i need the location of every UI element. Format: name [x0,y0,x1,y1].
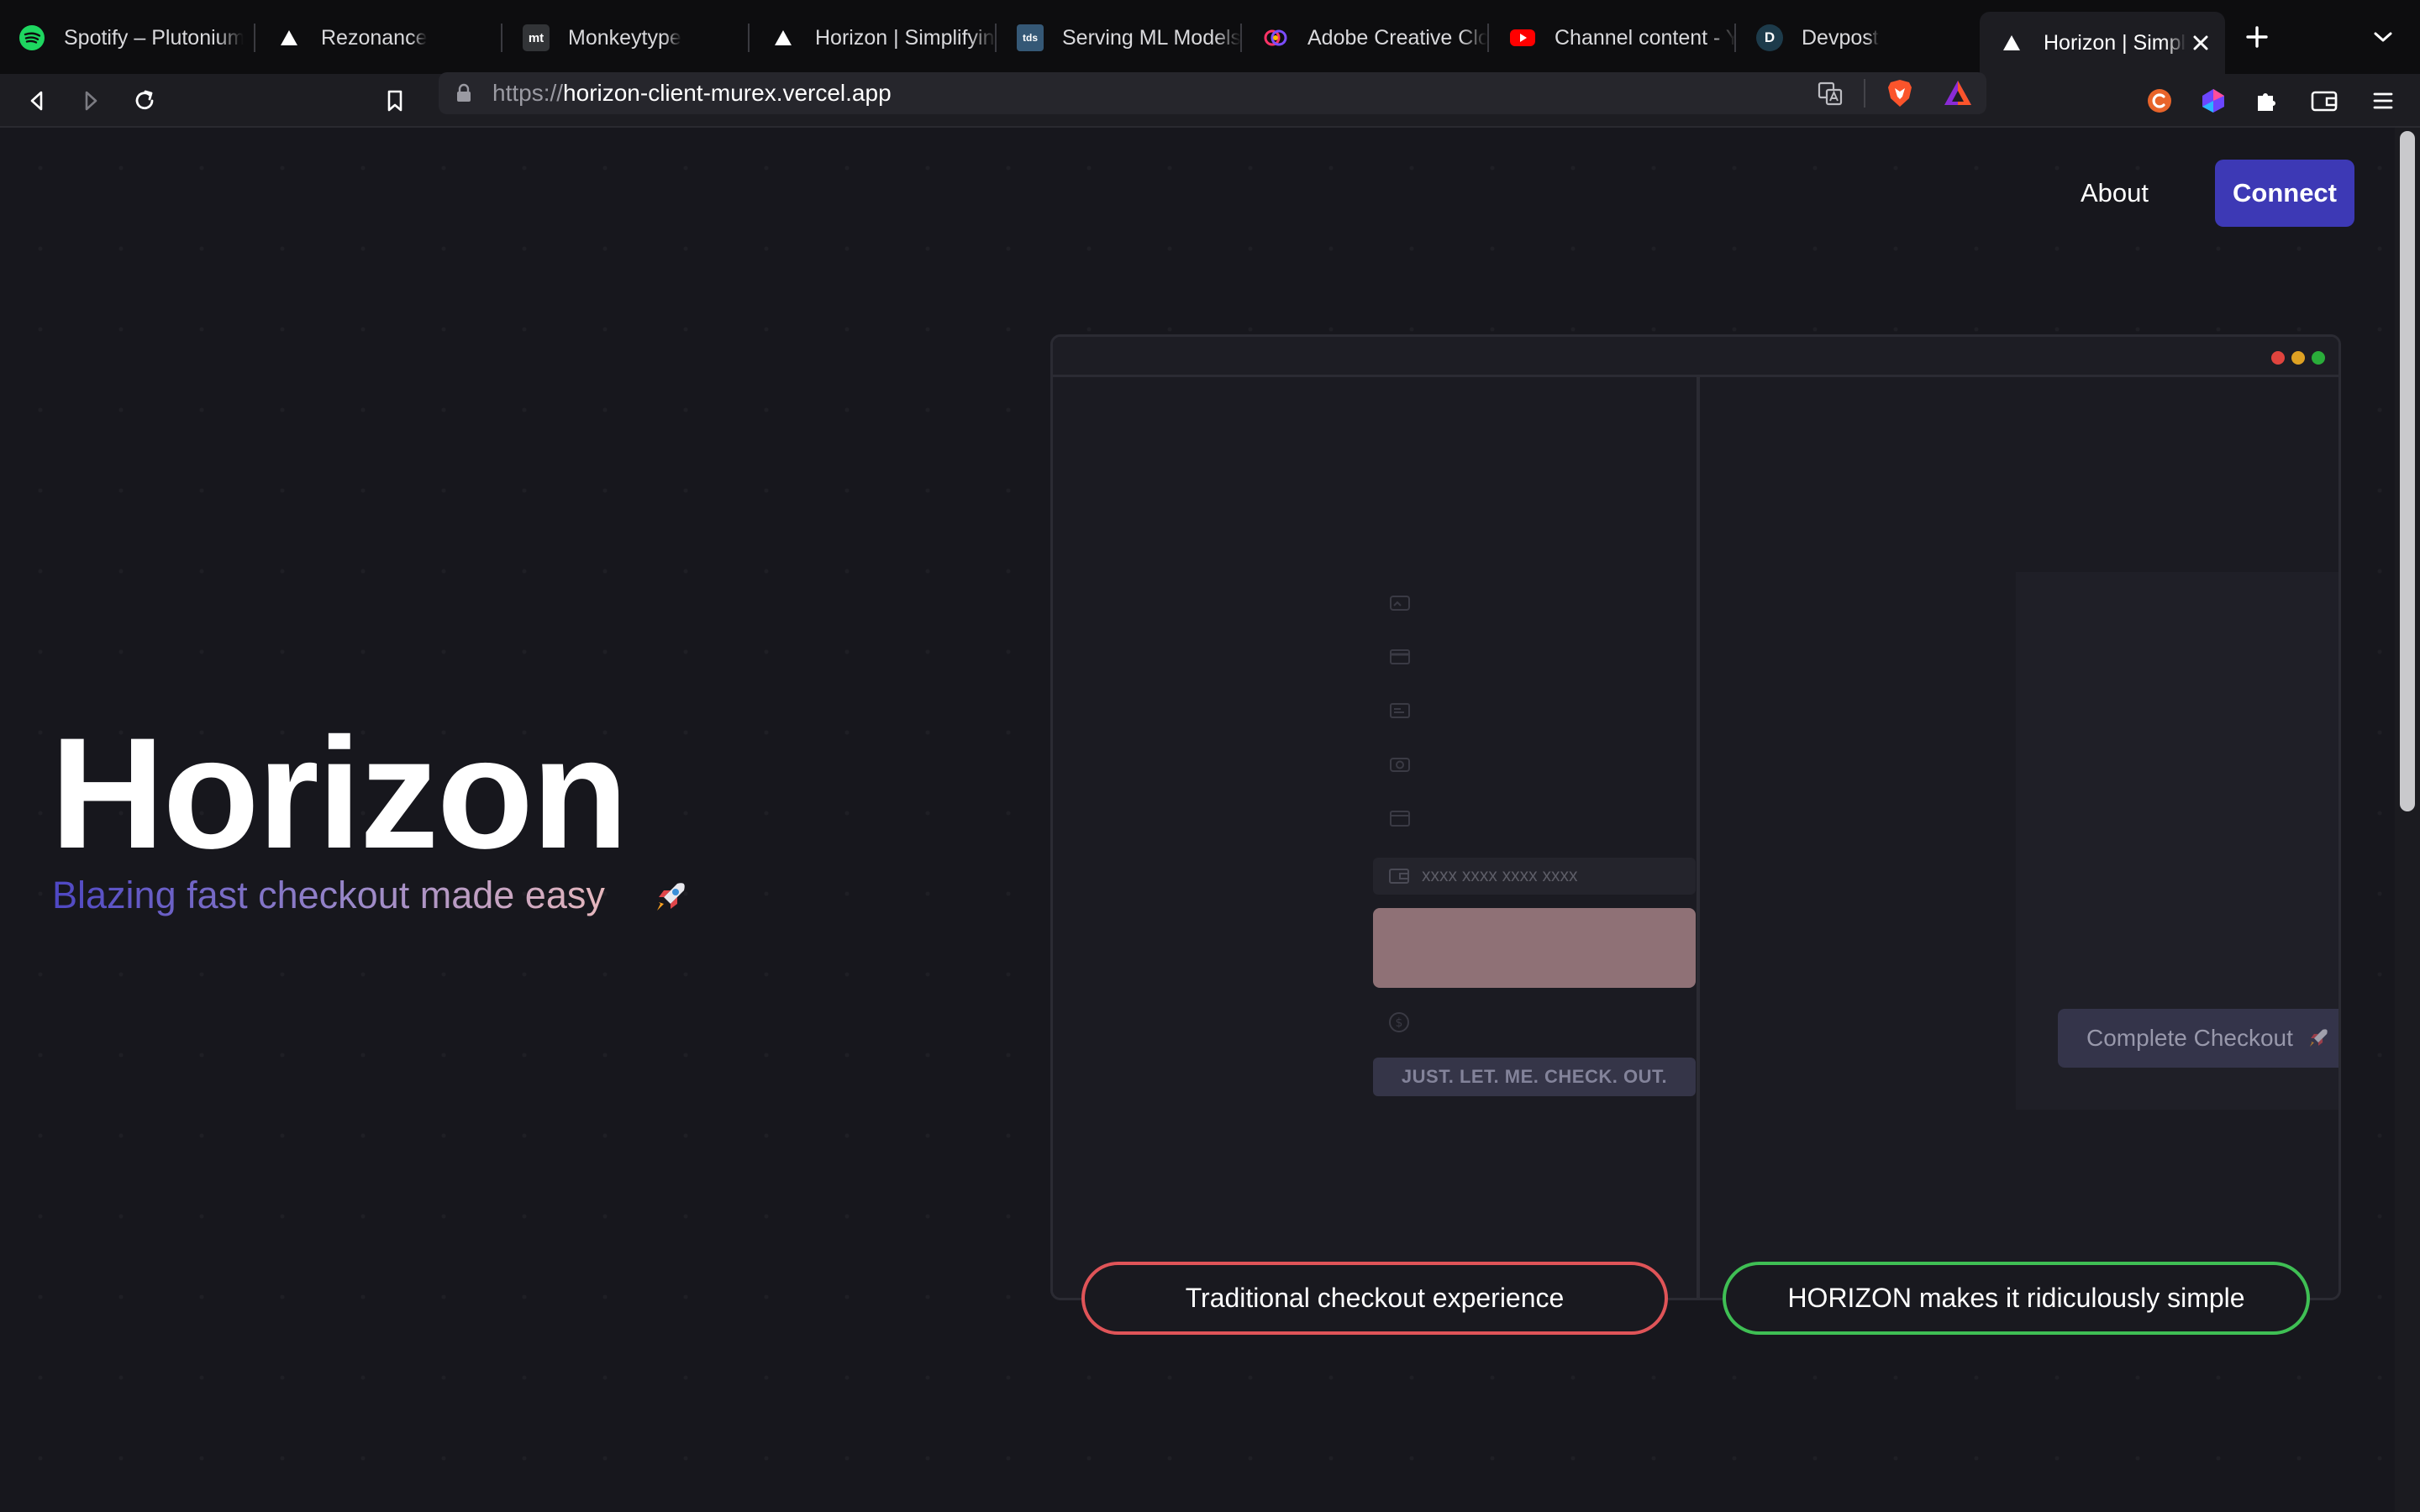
triangle-icon [770,24,797,51]
tab-youtube[interactable]: Channel content - YouTube [1491,8,1736,67]
scrollbar[interactable] [2395,128,2420,1512]
triangle-icon [1998,29,2025,56]
payment-button[interactable] [1373,908,1696,988]
tds-icon: tds [1017,24,1044,51]
camera-icon [1389,755,1411,774]
form-row [1374,747,1696,782]
url-text[interactable]: https://horizon-client-murex.vercel.app [492,80,892,107]
horizon-checkout-label: HORIZON makes it ridiculously simple [1723,1262,2310,1335]
image-icon [1389,594,1411,612]
tab-title: Monkeytype [568,25,681,50]
tab-title: Adobe Creative Cloud [1307,25,1487,50]
tab-title: Channel content - YouTube [1555,25,1736,50]
brave-shield-icon[interactable] [1886,78,1914,108]
brave-rewards-icon[interactable] [1943,79,1973,108]
form-row [1374,639,1696,675]
tab-horizon[interactable]: Horizon | Simplifying [751,8,997,67]
demo-divider [1697,377,1700,1298]
lock-icon[interactable] [455,83,472,103]
tab-title: Serving ML Models [1062,25,1242,50]
tab-title: Horizon | Simplifying [815,25,997,50]
window-minimize-dot [2291,351,2305,365]
form-row [1374,585,1696,621]
traditional-checkout-label: Traditional checkout experience [1081,1262,1668,1335]
reload-icon[interactable] [126,82,163,119]
tab-spotify[interactable]: Spotify – Plutonium [0,8,244,67]
tds-badge: tds [1023,32,1038,44]
demo-window-titlebar [1053,337,2338,377]
devpost-badge: D [1764,29,1776,45]
triangle-icon [276,24,302,51]
tab-adobe[interactable]: Adobe Creative Cloud [1244,8,1487,67]
bookmark-icon[interactable] [376,82,413,119]
rocket-icon [652,879,689,916]
browser-toolbar: https://horizon-client-murex.vercel.app [0,72,2420,128]
hero-title: Horizon [50,705,629,881]
youtube-icon [1509,24,1536,51]
connect-button[interactable]: Connect [2215,160,2354,227]
complete-checkout-button[interactable]: Complete Checkout [2058,1009,2338,1068]
form-row [1374,693,1696,728]
wallet-icon [1388,867,1410,885]
dollar-icon: $ [1387,1011,1411,1034]
forward-icon[interactable] [72,82,109,119]
url-scheme: https:// [492,80,564,106]
hero-subtitle: Blazing fast checkout made easy [52,874,605,916]
window-maximize-dot [2312,351,2325,365]
tab-horizon-active[interactable]: Horizon | Simplifying [1980,12,2225,74]
menu-icon[interactable] [2365,82,2402,119]
card-number-field[interactable]: xxxx xxxx xxxx xxxx [1373,858,1696,895]
extensions-puzzle-icon[interactable] [2249,82,2286,119]
tab-title: Rezonance [321,25,428,50]
chevron-down-icon[interactable] [2368,22,2398,52]
tab-serving-ml[interactable]: tds Serving ML Models [998,8,1242,67]
tab-rezonance[interactable]: Rezonance [257,8,501,67]
id-card-icon [1389,701,1411,720]
about-link[interactable]: About [2064,160,2165,227]
monkeytype-icon: mt [523,24,550,51]
just-checkout-button[interactable]: JUST. LET. ME. CHECK. OUT. [1373,1058,1696,1096]
new-tab-icon[interactable] [2240,20,2274,54]
extension-gem-icon[interactable] [2195,82,2232,119]
address-bar[interactable]: https://horizon-client-murex.vercel.app [439,72,1986,114]
close-tab-icon[interactable] [2190,32,2212,54]
spotify-icon [18,24,45,51]
wallet-icon[interactable] [2306,82,2343,119]
adobe-cc-icon [1262,24,1289,51]
demo-window: xxxx xxxx xxxx xxxx $ JUST. LET. ME. CHE… [1050,334,2341,1300]
tab-devpost[interactable]: D Devpost [1738,8,1981,67]
scrollbar-thumb[interactable] [2400,131,2415,811]
card-number-placeholder: xxxx xxxx xxxx xxxx [1422,866,1578,885]
translate-icon[interactable] [1817,80,1844,107]
devpost-icon: D [1756,24,1783,51]
svg-text:$: $ [1396,1016,1403,1030]
tab-monkeytype[interactable]: mt Monkeytype [504,8,748,67]
tab-strip: Spotify – Plutonium Rezonance mt Monkeyt… [0,0,2420,74]
back-icon[interactable] [18,82,55,119]
credit-card-icon [1389,648,1411,666]
tab-title: Horizon | Simplifying [2044,30,2186,55]
complete-checkout-label: Complete Checkout [2086,1025,2293,1051]
monkeytype-badge: mt [528,30,544,45]
extension-c-icon[interactable] [2141,82,2178,119]
window-close-dot [2271,351,2285,365]
form-row [1374,801,1696,836]
url-host: horizon-client-murex.vercel.app [563,80,892,106]
calendar-icon [1389,809,1411,827]
tab-title: Devpost [1802,25,1879,50]
rocket-icon [2307,1026,2330,1050]
tab-title: Spotify – Plutonium [64,25,244,50]
